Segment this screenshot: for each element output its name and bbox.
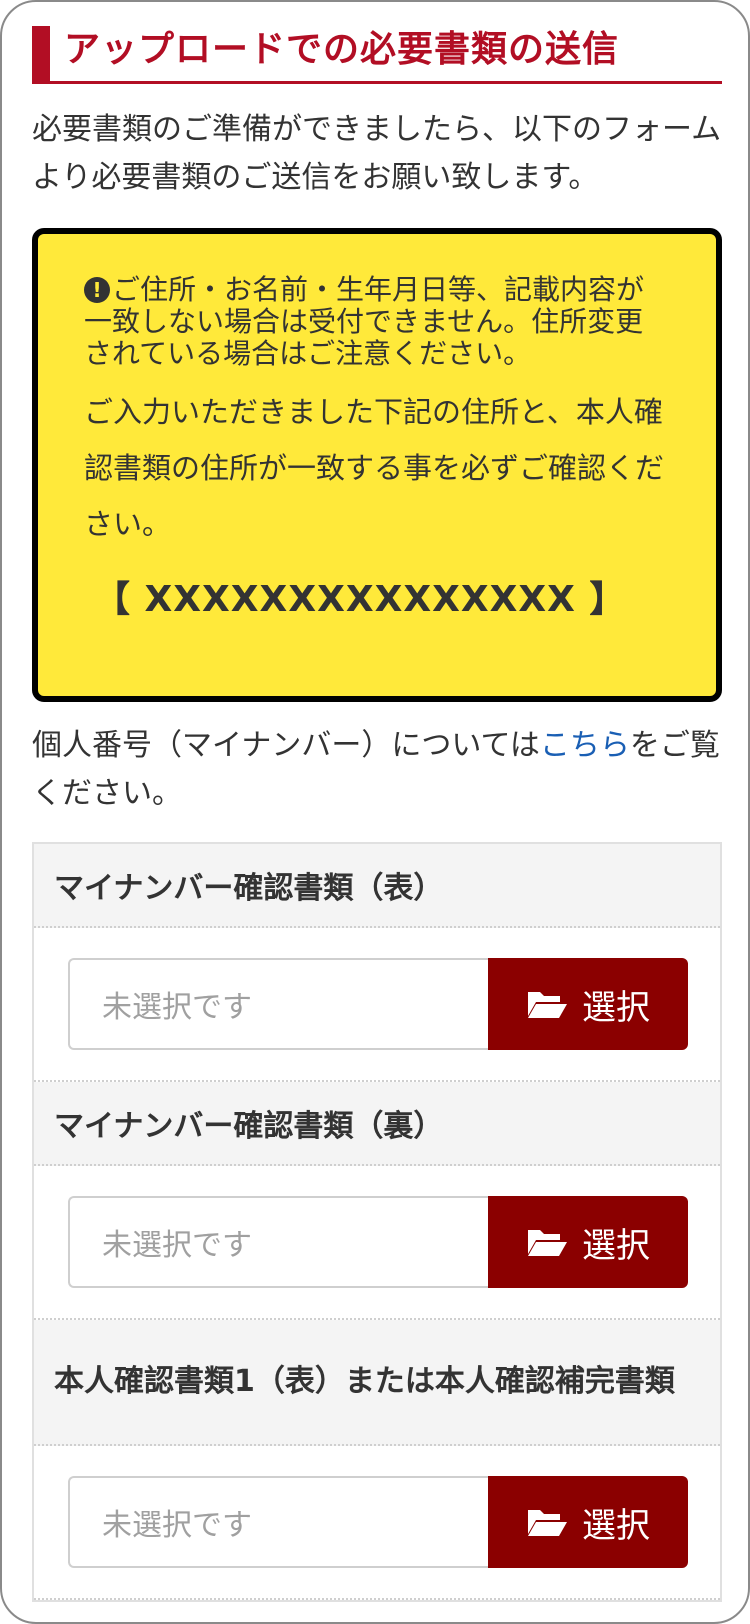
select-button-label: 選択 [582, 987, 650, 1028]
select-file-button[interactable]: 選択 [488, 1476, 688, 1568]
mynumber-info-before: 個人番号（マイナンバー）については [32, 728, 540, 763]
notice-box: ! ご住所・お名前・生年月日等、記載内容が一致しない場合は受付できません。住所変更… [32, 228, 722, 702]
folder-open-icon [528, 1510, 567, 1536]
file-field: 未選択です 選択 [68, 958, 688, 1050]
intro-text: 必要書類のご準備ができましたら、以下のフォームより必要書類のご送信をお願い致しま… [32, 112, 722, 195]
upload-label-mynumber-front: マイナンバー確認書類（表） [34, 844, 720, 928]
page-title-text: アップロードでの必要書類の送信 [64, 29, 620, 70]
select-button-label: 選択 [582, 1505, 650, 1546]
folder-open-icon [528, 992, 567, 1018]
notice-warning: ! ご住所・お名前・生年月日等、記載内容が一致しない場合は受付できません。住所変更… [84, 274, 664, 370]
title-accent-bar [32, 26, 50, 84]
file-field: 未選択です 選択 [68, 1476, 688, 1568]
file-field: 未選択です 選択 [68, 1196, 688, 1288]
notice-confirm-text: ご入力いただきました下記の住所と、本人確認書類の住所が一致する事を必ずご確認くだ… [84, 395, 665, 541]
select-file-button[interactable]: 選択 [488, 1196, 688, 1288]
upload-label-id-doc-1: 本人確認書類1（表）または本人確認補完書類 [34, 1320, 720, 1446]
mynumber-info: 個人番号（マイナンバー）についてはこちらをご覧ください。 [32, 722, 722, 818]
folder-open-icon [528, 1230, 567, 1256]
upload-label-text: 本人確認書類1（表）または本人確認補完書類 [54, 1364, 675, 1399]
upload-label-text: マイナンバー確認書類（裏） [54, 1109, 444, 1144]
upload-label-mynumber-back: マイナンバー確認書類（裏） [34, 1082, 720, 1166]
upload-row-mynumber-front: 未選択です 選択 [34, 928, 720, 1082]
notice-warning-text: ご住所・お名前・生年月日等、記載内容が一致しない場合は受付できません。住所変更さ… [84, 273, 645, 370]
upload-row-mynumber-back: 未選択です 選択 [34, 1166, 720, 1320]
content: アップロードでの必要書類の送信 必要書類のご準備ができましたら、以下のフォームよ… [32, 2, 722, 1602]
page-title: アップロードでの必要書類の送信 [32, 26, 722, 84]
file-status-field[interactable]: 未選択です [68, 1196, 488, 1288]
file-status-field[interactable]: 未選択です [68, 958, 488, 1050]
file-status-field[interactable]: 未選択です [68, 1476, 488, 1568]
page-frame: アップロードでの必要書類の送信 必要書類のご準備ができましたら、以下のフォームよ… [0, 0, 750, 1624]
upload-row-id-doc-1: 未選択です 選択 [34, 1446, 720, 1600]
exclamation-circle-icon: ! [84, 277, 110, 303]
registered-address: 【 XXXXXXXXXXXXXXX 】 [94, 579, 627, 620]
upload-label-text: マイナンバー確認書類（表） [54, 871, 444, 906]
mynumber-info-link[interactable]: こちら [540, 728, 630, 763]
select-file-button[interactable]: 選択 [488, 958, 688, 1050]
select-button-label: 選択 [582, 1225, 650, 1266]
upload-table: マイナンバー確認書類（表） 未選択です 選択 マイナンバー確認書類（裏） 未選択… [32, 842, 722, 1602]
